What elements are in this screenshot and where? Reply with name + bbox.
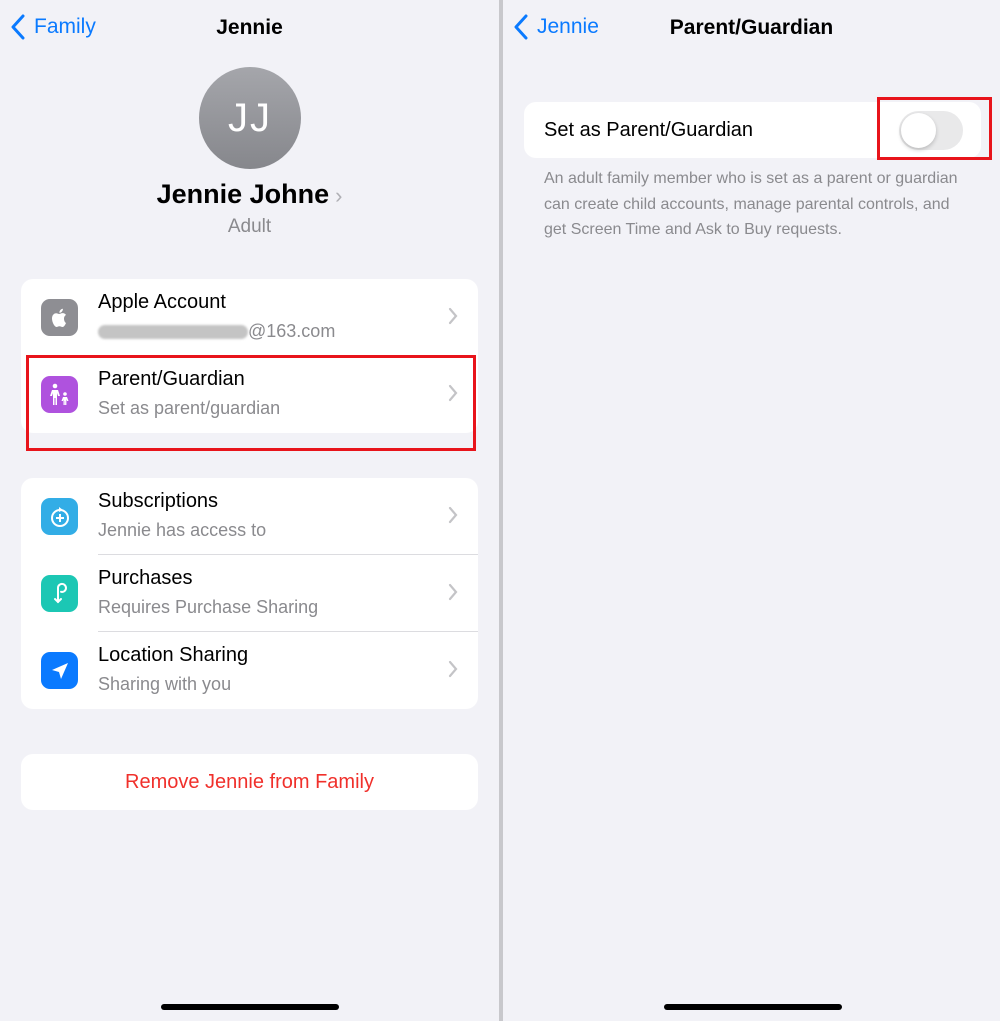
subscriptions-icon [41, 498, 78, 535]
sharing-group: Subscriptions Jennie has access to Purch… [21, 478, 478, 709]
nav-title: Parent/Guardian [669, 16, 834, 39]
purchase-sharing-icon [41, 575, 78, 612]
member-role: Adult [227, 216, 272, 237]
member-detail-screen: Family Jennie JJ Jennie Johne › Adult App… [0, 0, 499, 1021]
location-sharing-row[interactable]: Location Sharing Sharing with you [21, 632, 478, 709]
home-indicator[interactable] [664, 1004, 842, 1010]
avatar: JJ [199, 67, 301, 169]
apple-logo-icon [41, 299, 78, 336]
row-title: Apple Account [98, 291, 226, 313]
highlight-box-parent-guardian [26, 355, 476, 451]
row-subtitle-email: @163.com [98, 321, 335, 342]
chevron-right-icon: › [335, 183, 343, 208]
row-subtitle: Jennie has access to [98, 520, 267, 540]
home-indicator[interactable] [161, 1004, 339, 1010]
parent-guardian-screen: Jennie Parent/Guardian Set as Parent/Gua… [503, 0, 1000, 1021]
location-arrow-icon [41, 652, 78, 689]
chevron-right-icon [448, 583, 458, 601]
highlight-box-toggle [877, 97, 992, 160]
nav-title: Jennie [216, 16, 283, 39]
purchases-row[interactable]: Purchases Requires Purchase Sharing [21, 555, 478, 632]
row-title: Purchases [98, 567, 193, 589]
row-title: Location Sharing [98, 644, 249, 666]
toggle-label: Set as Parent/Guardian [544, 119, 754, 141]
chevron-right-icon [448, 660, 458, 678]
redacted-email [98, 325, 248, 340]
apple-account-row[interactable]: Apple Account @163.com [21, 279, 478, 356]
row-subtitle: Sharing with you [98, 674, 232, 694]
chevron-right-icon [448, 506, 458, 524]
chevron-right-icon [448, 307, 458, 325]
member-name[interactable]: Jennie Johne › [0, 179, 499, 210]
row-subtitle: Requires Purchase Sharing [98, 597, 319, 617]
member-name-text: Jennie Johne [156, 179, 330, 209]
footer-description: An adult family member who is set as a p… [544, 170, 958, 238]
row-title: Subscriptions [98, 490, 219, 512]
subscriptions-row[interactable]: Subscriptions Jennie has access to [21, 478, 478, 555]
remove-member-button[interactable]: Remove Jennie from Family [21, 754, 478, 810]
